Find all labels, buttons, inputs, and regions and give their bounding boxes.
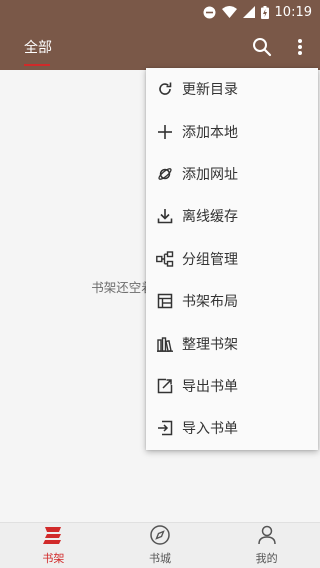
menu-item-label: 导入书单 — [182, 421, 238, 438]
nav-item-bookshelf[interactable]: 书架 — [0, 523, 107, 568]
plus-icon — [156, 123, 174, 141]
overflow-menu: 更新目录 添加本地 添加网址 离线缓存 分组管理 书架布局 整理书架 导出书单 … — [146, 68, 318, 450]
menu-item-label: 添加本地 — [182, 124, 238, 141]
menu-item-import-list[interactable]: 导入书单 — [146, 407, 318, 449]
import-icon — [156, 419, 174, 437]
menu-item-update-toc[interactable]: 更新目录 — [146, 68, 318, 110]
export-icon — [156, 377, 174, 395]
menu-item-label: 分组管理 — [182, 251, 238, 268]
menu-item-label: 离线缓存 — [182, 209, 238, 226]
nav-label-bookshelf: 书架 — [42, 552, 65, 565]
menu-item-add-url[interactable]: 添加网址 — [146, 153, 318, 195]
app-bar: 全部 — [0, 24, 320, 70]
battery-icon — [260, 5, 269, 19]
compass-icon — [150, 525, 170, 548]
tab-indicator — [24, 64, 50, 66]
search-icon[interactable] — [250, 35, 274, 59]
menu-item-offline-cache[interactable]: 离线缓存 — [146, 195, 318, 237]
nav-label-bookstore: 书城 — [149, 552, 171, 565]
menu-item-shelf-layout[interactable]: 书架布局 — [146, 280, 318, 322]
nav-label-mine: 我的 — [255, 552, 278, 565]
bookshelf-icon — [42, 525, 64, 548]
menu-item-group-manage[interactable]: 分组管理 — [146, 238, 318, 280]
group-tree-icon — [156, 250, 174, 268]
download-icon — [156, 207, 174, 225]
minus-circle-icon — [203, 6, 216, 19]
more-vert-icon[interactable] — [288, 35, 312, 59]
bottom-nav: 书架 书城 我的 — [0, 522, 320, 568]
menu-item-organize-shelf[interactable]: 整理书架 — [146, 322, 318, 364]
planet-icon — [156, 165, 174, 183]
status-bar: 10:19 — [0, 0, 320, 24]
refresh-icon — [156, 80, 174, 98]
menu-item-label: 添加网址 — [182, 166, 238, 183]
nav-item-mine[interactable]: 我的 — [213, 523, 320, 568]
person-icon — [257, 525, 277, 548]
wifi-icon — [221, 6, 237, 18]
layout-icon — [156, 292, 174, 310]
status-time: 10:19 — [274, 4, 312, 20]
menu-item-label: 书架布局 — [182, 294, 238, 311]
menu-item-export-list[interactable]: 导出书单 — [146, 365, 318, 407]
menu-item-add-local[interactable]: 添加本地 — [146, 110, 318, 152]
tab-all-label: 全部 — [24, 40, 52, 56]
signal-icon — [242, 6, 255, 18]
menu-item-label: 更新目录 — [182, 82, 238, 99]
menu-item-label: 整理书架 — [182, 336, 238, 353]
books-icon — [156, 335, 174, 353]
menu-item-label: 导出书单 — [182, 378, 238, 395]
nav-item-bookstore[interactable]: 书城 — [107, 523, 214, 568]
